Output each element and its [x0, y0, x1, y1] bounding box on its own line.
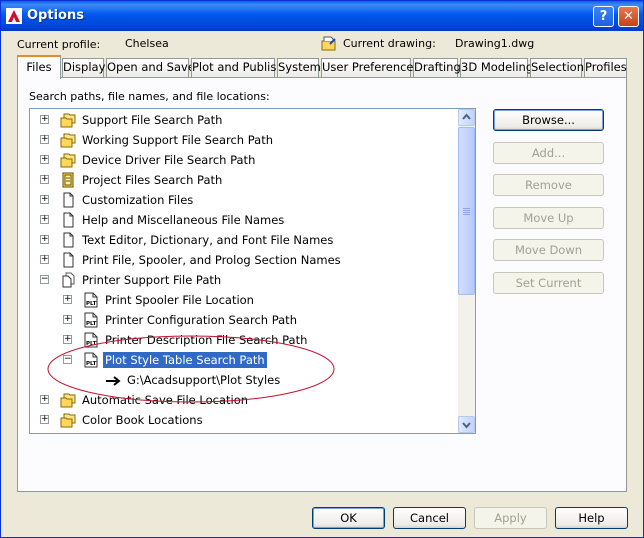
tree-item-label: Printer Configuration Search Path: [105, 313, 297, 327]
document-icon: [60, 192, 76, 208]
expand-icon[interactable]: +: [40, 195, 49, 204]
expand-icon[interactable]: +: [63, 295, 72, 304]
tree-item-label: Text Editor, Dictionary, and Font File N…: [82, 233, 334, 247]
project-file-icon: [60, 172, 76, 188]
tree-item[interactable]: + PLT Printer Configuration Search Path: [30, 310, 460, 330]
tree-item[interactable]: − Printer Support File Path: [30, 270, 460, 290]
close-icon[interactable]: ✕: [618, 6, 639, 27]
expand-icon[interactable]: +: [63, 315, 72, 324]
scroll-up-icon[interactable]: [458, 109, 475, 126]
help-icon[interactable]: ?: [593, 6, 614, 27]
move-down-button[interactable]: Move Down: [493, 239, 604, 261]
current-drawing-value: Drawing1.dwg: [455, 37, 535, 50]
tab-system[interactable]: System: [277, 58, 321, 77]
collapse-icon[interactable]: −: [40, 275, 49, 284]
expand-icon[interactable]: +: [40, 255, 49, 264]
help-button[interactable]: Help: [555, 507, 628, 529]
move-up-button[interactable]: Move Up: [493, 207, 604, 229]
tree-item-label: Printer Support File Path: [82, 273, 222, 287]
title-bar[interactable]: Options ? ✕: [1, 1, 643, 31]
expand-icon[interactable]: +: [40, 135, 49, 144]
plt-file-icon: PLT: [83, 292, 99, 308]
tree-item[interactable]: + Project Files Search Path: [30, 170, 460, 190]
tab-selection[interactable]: Selection: [530, 58, 584, 77]
remove-button[interactable]: Remove: [493, 174, 604, 196]
current-drawing-label: Current drawing:: [343, 37, 436, 50]
tree-item-label: Print Spooler File Location: [105, 293, 254, 307]
tree-item[interactable]: + Customization Files: [30, 190, 460, 210]
tab-profiles[interactable]: Profiles: [584, 58, 627, 77]
drawing-icon: [321, 35, 337, 51]
tree-item[interactable]: + Help and Miscellaneous File Names: [30, 210, 460, 230]
scroll-thumb[interactable]: [458, 127, 475, 295]
tree-item-label: Device Driver File Search Path: [82, 153, 256, 167]
svg-text:PLT: PLT: [86, 301, 97, 307]
tree-item-label: Support File Search Path: [82, 113, 223, 127]
tab-3d-modeling[interactable]: 3D Modeling: [460, 58, 533, 77]
expand-icon[interactable]: +: [40, 175, 49, 184]
tree-item[interactable]: + Text Editor, Dictionary, and Font File …: [30, 230, 460, 250]
add-button[interactable]: Add...: [493, 142, 604, 164]
cancel-button[interactable]: Cancel: [393, 507, 466, 529]
tree-item-label: Project Files Search Path: [82, 173, 223, 187]
folder-stack-icon: [60, 152, 76, 168]
tree-item[interactable]: + Support File Search Path: [30, 110, 460, 130]
expand-icon[interactable]: +: [40, 415, 49, 424]
document-icon: [60, 232, 76, 248]
folder-stack-icon: [60, 132, 76, 148]
folder-stack-icon: [60, 112, 76, 128]
tree-item[interactable]: + Device Driver File Search Path: [30, 150, 460, 170]
expand-icon[interactable]: +: [40, 155, 49, 164]
scroll-down-icon[interactable]: [458, 416, 475, 433]
tab-open-and-save[interactable]: Open and Save: [106, 58, 195, 77]
tree-item-label: Print File, Spooler, and Prolog Section …: [82, 253, 341, 267]
document-icon: [60, 212, 76, 228]
apply-button[interactable]: Apply: [474, 507, 547, 529]
svg-text:PLT: PLT: [86, 321, 97, 327]
tree-scrollbar[interactable]: [458, 109, 475, 433]
options-dialog: Options ? ✕ Current profile: Chelsea Cur…: [0, 0, 644, 538]
folder-stack-icon: [60, 412, 76, 428]
tree-item[interactable]: + Color Book Locations: [30, 410, 460, 430]
ok-button[interactable]: OK: [312, 507, 385, 529]
tree-item[interactable]: + PLT Print Spooler File Location: [30, 290, 460, 310]
expand-icon[interactable]: +: [40, 235, 49, 244]
current-profile-label: Current profile:: [17, 38, 101, 51]
expand-icon[interactable]: +: [40, 115, 49, 124]
documents-icon: [60, 272, 76, 288]
plt-file-icon: PLT: [83, 312, 99, 328]
browse-button[interactable]: Browse...: [493, 109, 604, 131]
tree-item-label: Help and Miscellaneous File Names: [82, 213, 285, 227]
annotation-circle: [47, 335, 335, 403]
tree-item[interactable]: + Print File, Spooler, and Prolog Section…: [30, 250, 460, 270]
autocad-logo-icon: [6, 8, 22, 24]
search-paths-label: Search paths, file names, and file locat…: [29, 90, 270, 103]
tab-plot-and-publish[interactable]: Plot and Publish: [191, 58, 284, 77]
window-title: Options: [27, 8, 84, 23]
tree-item-label: Working Support File Search Path: [82, 133, 274, 147]
expand-icon[interactable]: +: [40, 215, 49, 224]
current-profile-value: Chelsea: [125, 37, 169, 50]
document-icon: [60, 252, 76, 268]
tree-item-label: Color Book Locations: [82, 413, 203, 427]
tab-files[interactable]: Files: [17, 55, 61, 79]
set-current-button[interactable]: Set Current: [493, 272, 604, 294]
tab-user-preferences[interactable]: User Preferences: [321, 58, 420, 77]
tab-display[interactable]: Display: [62, 58, 105, 77]
tree-item-label: Customization Files: [82, 193, 194, 207]
tree-item[interactable]: + Working Support File Search Path: [30, 130, 460, 150]
tab-drafting[interactable]: Drafting: [413, 58, 461, 77]
